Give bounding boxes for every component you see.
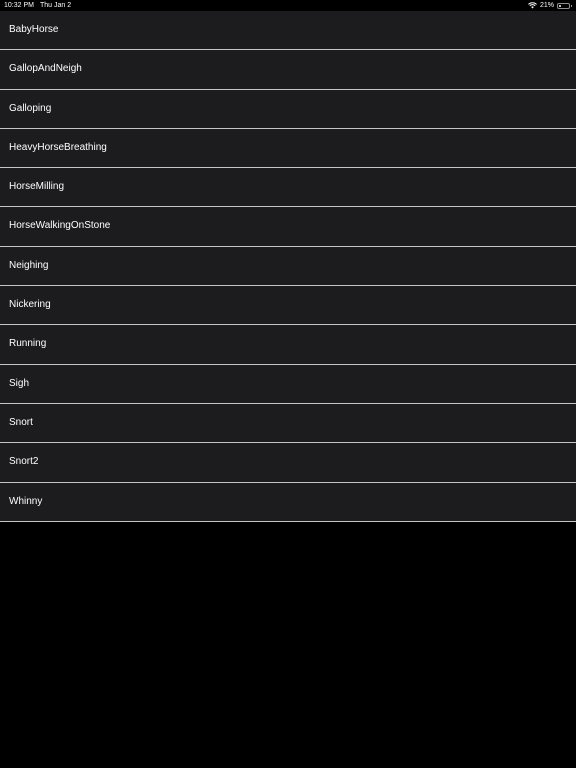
wifi-icon bbox=[528, 2, 537, 9]
list-item[interactable]: Nickering bbox=[0, 286, 576, 326]
list-item[interactable]: Sigh bbox=[0, 364, 576, 404]
status-bar: 10:32 PM Thu Jan 2 21% bbox=[0, 0, 576, 11]
list-item[interactable]: Running bbox=[0, 325, 576, 365]
list-item-label: BabyHorse bbox=[9, 24, 59, 35]
list-item[interactable]: Galloping bbox=[0, 89, 576, 129]
status-time: 10:32 PM bbox=[4, 2, 34, 9]
status-right: 21% bbox=[528, 0, 572, 11]
list-item-label: Whinny bbox=[9, 495, 43, 507]
list-item-label: HeavyHorseBreathing bbox=[9, 141, 107, 153]
status-date: Thu Jan 2 bbox=[39, 2, 72, 9]
list-item-label: Sigh bbox=[9, 377, 30, 389]
list-item[interactable]: Snort bbox=[0, 403, 576, 444]
battery-percent: 21% bbox=[539, 2, 554, 9]
list-item-label: GallopAndNeigh bbox=[9, 63, 82, 75]
list-item-label: Galloping bbox=[9, 102, 52, 114]
battery-fill bbox=[559, 4, 561, 7]
list-item[interactable]: HorseWalkingOnStone bbox=[0, 207, 576, 247]
list-item-label: Snort2 bbox=[9, 456, 39, 468]
battery-icon bbox=[557, 2, 572, 9]
list-item[interactable]: Whinny bbox=[0, 482, 576, 522]
list-item-label: HorseWalkingOnStone bbox=[9, 220, 111, 232]
list-item[interactable]: BabyHorse bbox=[0, 11, 576, 51]
list-item-label: Snort bbox=[9, 416, 33, 428]
list-item[interactable]: Snort2 bbox=[0, 443, 576, 483]
sound-list: BabyHorse GallopAndNeigh Galloping HeavyHor… bbox=[0, 11, 576, 522]
list-item-label: Neighing bbox=[9, 259, 49, 271]
list-item-label: HorseMilling bbox=[9, 181, 65, 193]
status-left: 10:32 PM Thu Jan 2 bbox=[4, 0, 71, 11]
list-item[interactable]: Neighing bbox=[0, 246, 576, 287]
list-item-label: Running bbox=[9, 338, 47, 350]
list-item-label: Nickering bbox=[9, 299, 51, 311]
list-item[interactable]: HeavyHorseBreathing bbox=[0, 128, 576, 169]
list-item[interactable]: GallopAndNeigh bbox=[0, 50, 576, 90]
list-item[interactable]: HorseMilling bbox=[0, 168, 576, 208]
